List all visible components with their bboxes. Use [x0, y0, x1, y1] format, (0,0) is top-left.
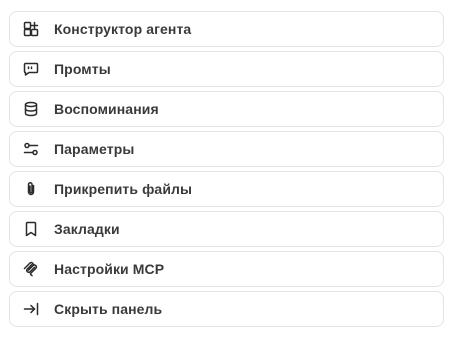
- paperclip-icon: [23, 181, 39, 197]
- menu-item-prompts[interactable]: Промты: [9, 51, 444, 87]
- menu-item-label: Прикрепить файлы: [54, 181, 193, 197]
- menu-item-label: Промты: [54, 61, 111, 77]
- agent-builder-icon: [23, 21, 39, 37]
- menu-item-label: Скрыть панель: [54, 301, 163, 317]
- sliders-icon: [23, 141, 39, 157]
- menu-item-hide-panel[interactable]: Скрыть панель: [9, 291, 444, 327]
- menu-item-parameters[interactable]: Параметры: [9, 131, 444, 167]
- menu-item-memories[interactable]: Воспоминания: [9, 91, 444, 127]
- menu-item-label: Воспоминания: [54, 101, 159, 117]
- menu-item-agent-builder[interactable]: Конструктор агента: [9, 11, 444, 47]
- collapse-panel-icon: [23, 301, 39, 317]
- bookmark-icon: [23, 221, 39, 237]
- menu-item-label: Настройки MCP: [54, 261, 165, 277]
- mcp-icon: [23, 261, 39, 277]
- menu-item-bookmarks[interactable]: Закладки: [9, 211, 444, 247]
- prompt-bubble-icon: [23, 61, 39, 77]
- menu-item-label: Закладки: [54, 221, 120, 237]
- side-panel-menu: Конструктор агента Промты Воспоминания П…: [9, 11, 444, 331]
- menu-item-attach-files[interactable]: Прикрепить файлы: [9, 171, 444, 207]
- database-icon: [23, 101, 39, 117]
- menu-item-label: Конструктор агента: [54, 21, 192, 37]
- menu-item-label: Параметры: [54, 141, 135, 157]
- menu-item-mcp-settings[interactable]: Настройки MCP: [9, 251, 444, 287]
